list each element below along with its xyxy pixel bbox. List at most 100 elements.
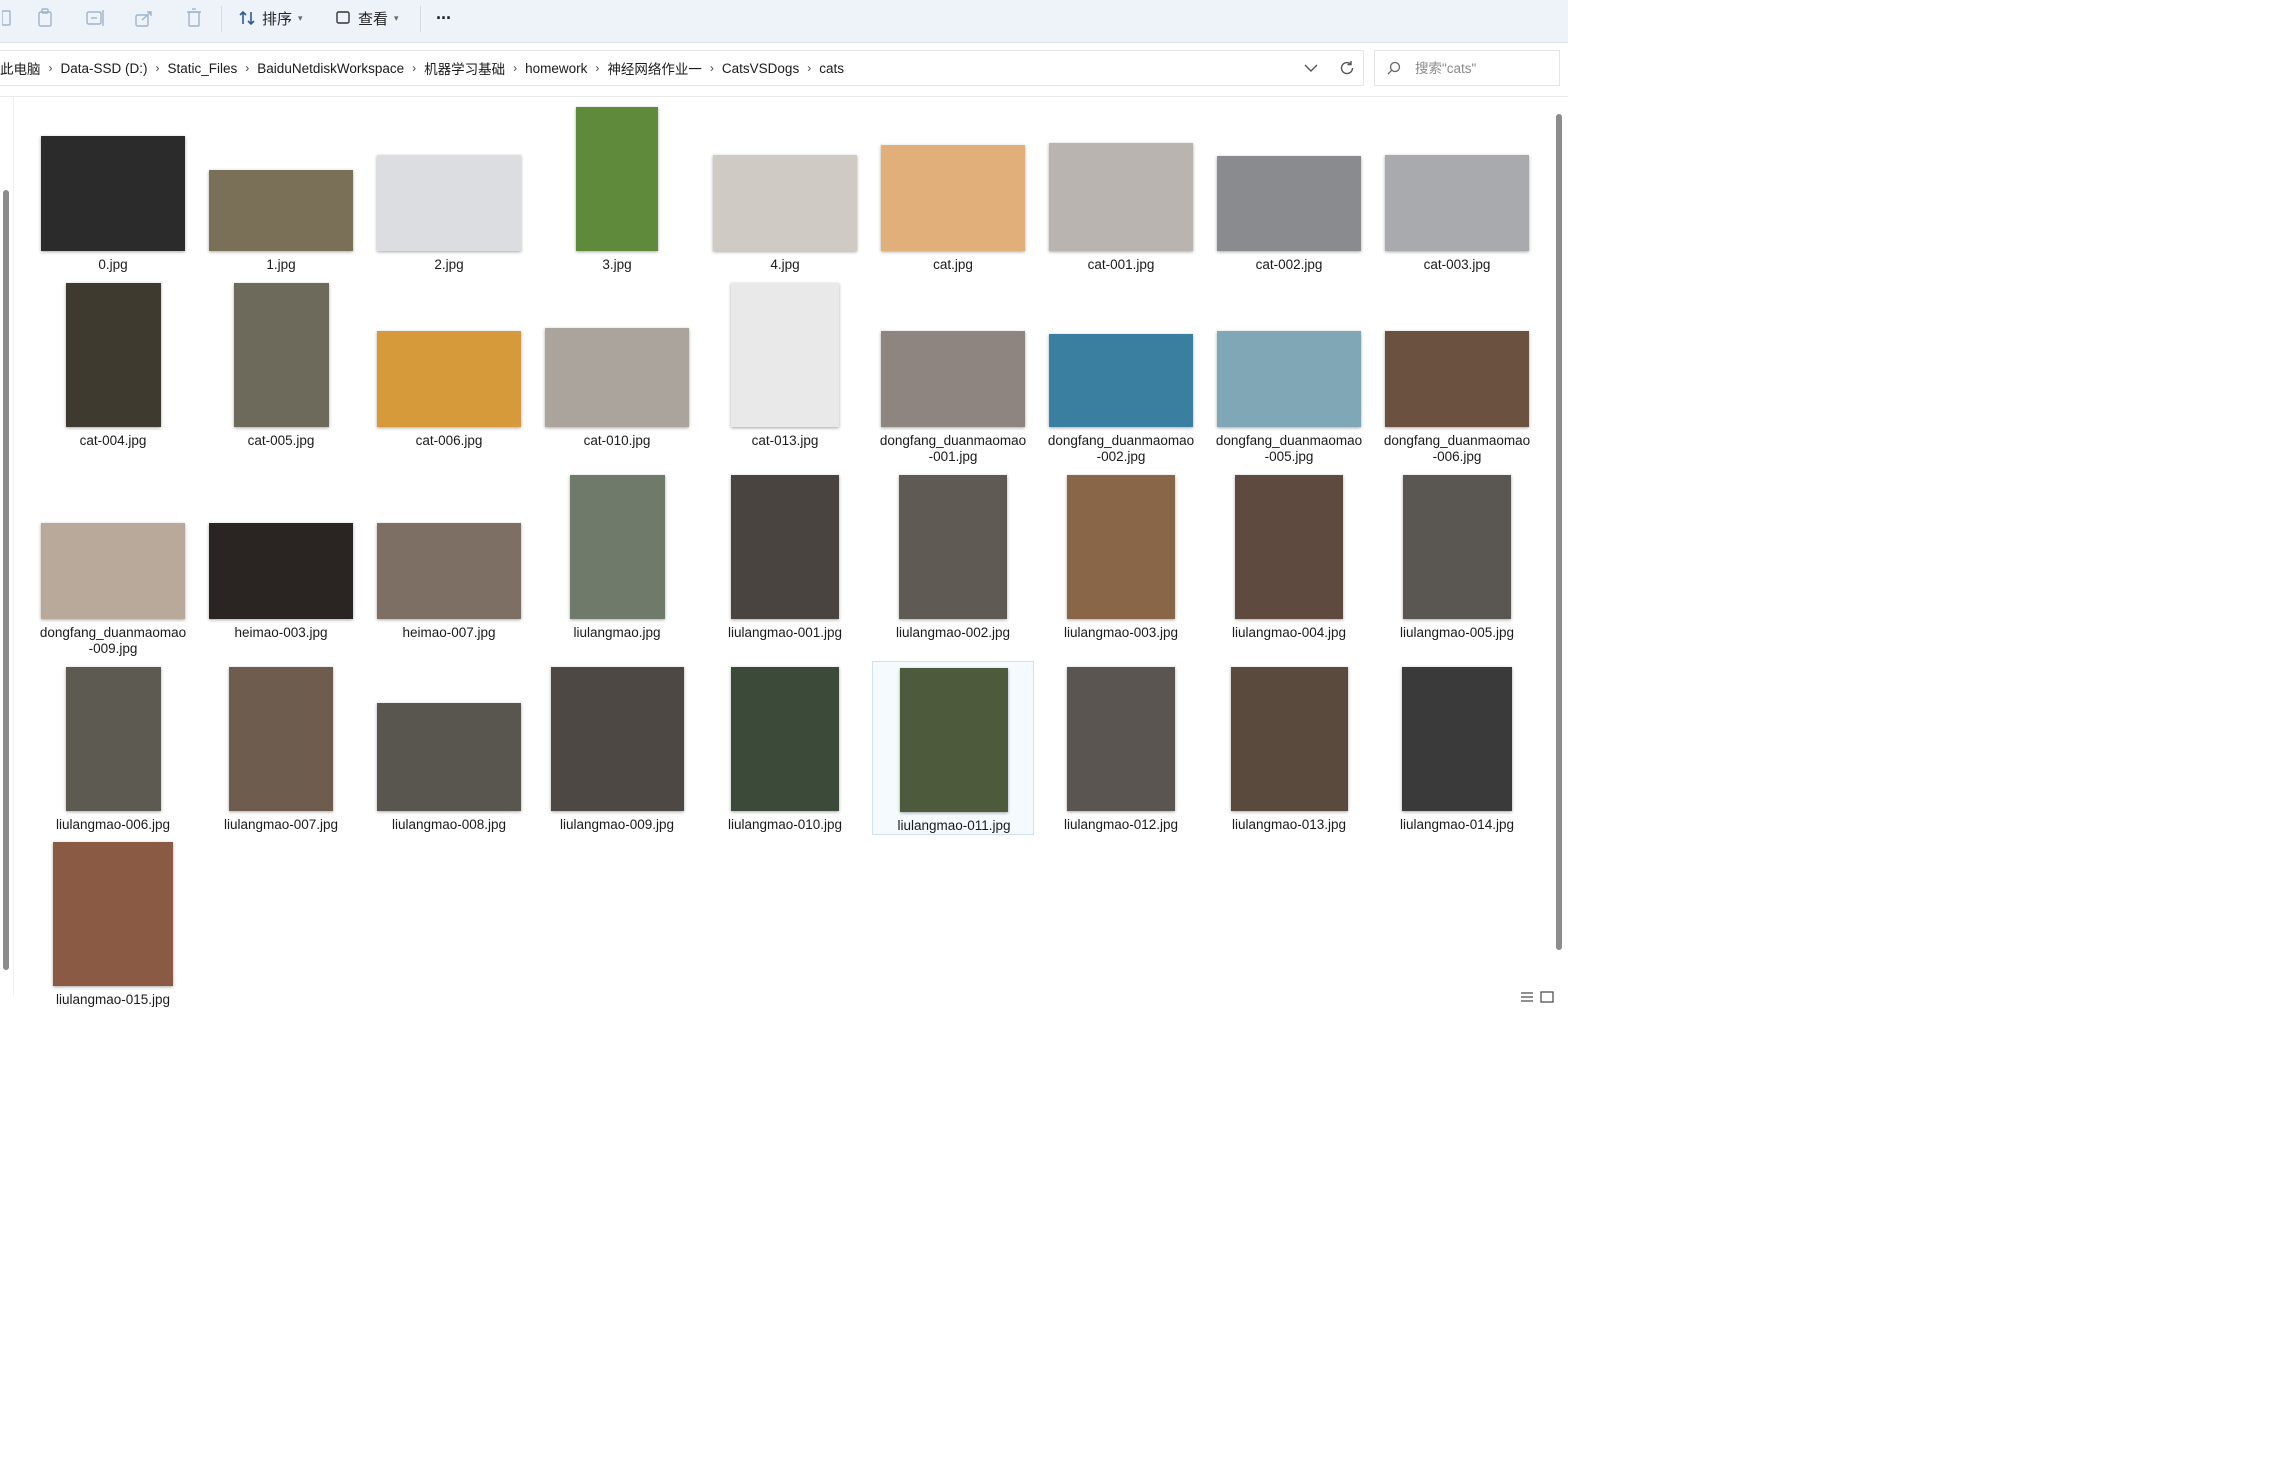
file-thumbnail [1067, 667, 1175, 811]
file-name: heimao-007.jpg [402, 625, 496, 640]
file-item[interactable]: dongfang_duanmaomao -001.jpg [872, 277, 1034, 464]
file-thumbnail [53, 842, 173, 986]
file-item[interactable]: liulangmao-006.jpg [32, 661, 194, 832]
file-item[interactable]: dongfang_duanmaomao -006.jpg [1376, 277, 1538, 464]
file-item[interactable]: cat.jpg [872, 101, 1034, 272]
file-thumbnail [899, 475, 1007, 619]
file-item[interactable]: heimao-007.jpg [368, 469, 530, 640]
file-thumbnail [731, 667, 839, 811]
file-thumbnail [229, 667, 333, 811]
file-name: cat-001.jpg [1087, 257, 1155, 272]
file-name: 4.jpg [770, 257, 800, 272]
file-view-scrollbar[interactable] [1556, 114, 1562, 950]
file-name: 2.jpg [434, 257, 464, 272]
file-thumbnail [1385, 155, 1529, 251]
file-name: liulangmao-013.jpg [1231, 817, 1347, 832]
file-item[interactable]: liulangmao-008.jpg [368, 661, 530, 832]
file-thumbnail [1385, 331, 1529, 427]
file-item[interactable]: cat-001.jpg [1040, 101, 1202, 272]
file-thumbnail [377, 523, 521, 619]
file-item[interactable]: cat-006.jpg [368, 277, 530, 448]
file-name: liulangmao-011.jpg [897, 818, 1011, 833]
file-thumbnail [1230, 667, 1348, 811]
file-thumbnail [576, 107, 658, 251]
file-item[interactable]: liulangmao-011.jpg [872, 661, 1034, 835]
file-thumbnail [1067, 475, 1175, 619]
file-thumbnail [377, 331, 521, 427]
file-name: liulangmao-004.jpg [1231, 625, 1347, 640]
file-name: liulangmao-001.jpg [727, 625, 843, 640]
file-thumbnail [731, 283, 839, 427]
file-item[interactable]: liulangmao-002.jpg [872, 469, 1034, 640]
file-name: cat.jpg [933, 257, 973, 272]
details-view-icon[interactable] [1520, 990, 1534, 1008]
view-mode-switcher [1520, 990, 1554, 1008]
file-name: liulangmao-012.jpg [1063, 817, 1179, 832]
file-name: liulangmao-005.jpg [1399, 625, 1515, 640]
file-thumbnail [233, 283, 329, 427]
file-thumbnail [1049, 334, 1193, 427]
file-name: liulangmao-007.jpg [223, 817, 339, 832]
file-item[interactable]: liulangmao-015.jpg [32, 836, 194, 1007]
file-thumbnail [731, 475, 839, 619]
file-item[interactable]: dongfang_duanmaomao -009.jpg [32, 469, 194, 656]
file-thumbnail [377, 703, 521, 811]
file-name: cat-006.jpg [415, 433, 483, 448]
file-item[interactable]: 1.jpg [200, 101, 362, 272]
file-thumbnail [1402, 667, 1512, 811]
file-item[interactable]: cat-013.jpg [704, 277, 866, 448]
file-item[interactable]: heimao-003.jpg [200, 469, 362, 640]
file-thumbnail [1235, 475, 1343, 619]
file-item[interactable]: 2.jpg [368, 101, 530, 272]
file-item[interactable]: 4.jpg [704, 101, 866, 272]
file-name: heimao-003.jpg [234, 625, 328, 640]
file-item[interactable]: liulangmao-013.jpg [1208, 661, 1370, 832]
file-item[interactable]: liulangmao-004.jpg [1208, 469, 1370, 640]
file-name: dongfang_duanmaomao -002.jpg [1047, 433, 1195, 464]
large-icons-view-icon[interactable] [1540, 990, 1554, 1008]
file-name: cat-010.jpg [583, 433, 651, 448]
file-item[interactable]: liulangmao-012.jpg [1040, 661, 1202, 832]
file-name: liulangmao-002.jpg [895, 625, 1011, 640]
file-thumbnail [550, 667, 684, 811]
file-name: liulangmao-009.jpg [559, 817, 675, 832]
file-item[interactable]: cat-004.jpg [32, 277, 194, 448]
file-item[interactable]: liulangmao-014.jpg [1376, 661, 1538, 832]
file-item[interactable]: cat-002.jpg [1208, 101, 1370, 272]
file-name: cat-013.jpg [751, 433, 819, 448]
file-thumbnail [881, 145, 1025, 251]
file-thumbnail [1403, 475, 1511, 619]
file-item[interactable]: cat-010.jpg [536, 277, 698, 448]
file-item[interactable]: liulangmao-010.jpg [704, 661, 866, 832]
file-thumbnail [41, 523, 185, 619]
file-thumbnail [209, 523, 353, 619]
file-item[interactable]: liulangmao-007.jpg [200, 661, 362, 832]
file-item[interactable]: 3.jpg [536, 101, 698, 272]
file-item[interactable]: cat-003.jpg [1376, 101, 1538, 272]
file-name: cat-002.jpg [1255, 257, 1323, 272]
file-item[interactable]: liulangmao.jpg [536, 469, 698, 640]
file-thumbnail [881, 331, 1025, 427]
file-item[interactable]: dongfang_duanmaomao -002.jpg [1040, 277, 1202, 464]
file-item[interactable]: liulangmao-005.jpg [1376, 469, 1538, 640]
file-item[interactable]: liulangmao-009.jpg [536, 661, 698, 832]
file-thumbnail [713, 155, 857, 251]
file-name: 0.jpg [98, 257, 128, 272]
file-name: dongfang_duanmaomao -009.jpg [39, 625, 187, 656]
file-name: liulangmao-003.jpg [1063, 625, 1179, 640]
file-thumbnail [65, 667, 161, 811]
file-name: dongfang_duanmaomao -005.jpg [1215, 433, 1363, 464]
file-item[interactable]: liulangmao-003.jpg [1040, 469, 1202, 640]
file-name: liulangmao-014.jpg [1399, 817, 1515, 832]
file-name: cat-003.jpg [1423, 257, 1491, 272]
file-item[interactable]: cat-005.jpg [200, 277, 362, 448]
file-item[interactable]: 0.jpg [32, 101, 194, 272]
file-item[interactable]: liulangmao-001.jpg [704, 469, 866, 640]
file-grid: 0.jpg 1.jpg 2.jpg 3.jpg 4.jpg cat.jpg cat-001.… [0, 0, 1548, 1008]
file-thumbnail [900, 668, 1008, 812]
file-name: liulangmao-015.jpg [55, 992, 171, 1007]
file-name: liulangmao-008.jpg [391, 817, 507, 832]
file-item[interactable]: dongfang_duanmaomao -005.jpg [1208, 277, 1370, 464]
file-name: dongfang_duanmaomao -006.jpg [1383, 433, 1531, 464]
file-thumbnail [1049, 143, 1193, 251]
